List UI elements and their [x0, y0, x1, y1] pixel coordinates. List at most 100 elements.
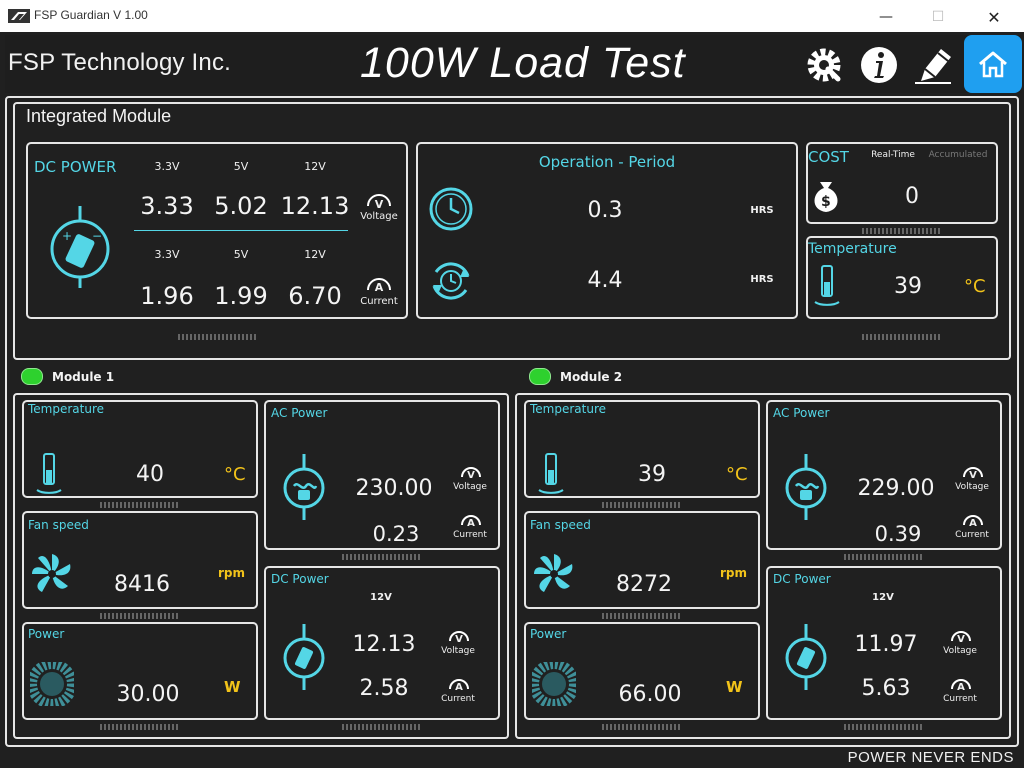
- module-1-temperature-unit: °C: [224, 464, 246, 485]
- current-unit: A: [374, 281, 384, 294]
- module-1-temperature-label: Temperature: [28, 402, 105, 416]
- rail-label-12v: 12V: [304, 160, 326, 173]
- module-2-ac-power-label: AC Power: [773, 406, 830, 420]
- dc-divider: [134, 230, 348, 231]
- module-1-temperature-value: 40: [136, 462, 164, 487]
- module-2-dc-rail-label: 12V: [872, 592, 894, 603]
- module-2-ac-voltage-unit: V: [969, 470, 977, 481]
- thermometer-icon: [538, 453, 564, 494]
- module-2-status-led: [529, 368, 551, 385]
- integrated-temperature-label: Temperature: [808, 241, 897, 257]
- fan-icon: [32, 554, 71, 592]
- close-button[interactable]: ✕: [971, 4, 1017, 30]
- cost-value: 0: [905, 184, 919, 209]
- current-12v-value: 6.70: [288, 282, 342, 310]
- module-1-fan-value: 8416: [114, 572, 170, 597]
- module-1-ac-voltage-value: 230.00: [355, 476, 433, 501]
- dc-plug-icon: [785, 624, 827, 690]
- module-2-dc-voltage-caption: Voltage: [943, 646, 977, 656]
- info-icon[interactable]: [857, 45, 901, 85]
- module-1-fan-unit: rpm: [218, 566, 246, 580]
- header-bar: FSP Technology Inc. 100W Load Test: [5, 35, 1022, 93]
- module-2-temperature-label: Temperature: [530, 402, 607, 416]
- current-33v-value: 1.96: [140, 282, 194, 310]
- module-1-dc-rail-label: 12V: [370, 592, 392, 603]
- dc-power-label: DC POWER: [34, 158, 117, 176]
- dc-plug-icon: + −: [50, 206, 110, 288]
- home-button[interactable]: [964, 35, 1022, 93]
- title-bar: FSP Guardian V 1.00 — ☐ ✕: [0, 0, 1024, 32]
- voltage-5v-value: 5.02: [214, 192, 268, 220]
- module-2-temperature-value: 39: [638, 462, 666, 487]
- minimize-button[interactable]: —: [863, 4, 909, 30]
- operation-period-label: Operation - Period: [538, 153, 676, 171]
- module-2-fan-unit: rpm: [720, 566, 748, 580]
- cost-accumulated-tab[interactable]: Accumulated: [922, 150, 994, 160]
- module-1-fan-indicator: [100, 613, 180, 619]
- ac-plug-icon: [785, 454, 827, 520]
- module-2-power-indicator: [602, 724, 682, 730]
- module-2-dc-voltage-value: 11.97: [854, 632, 918, 657]
- operation-period-value: 0.3: [587, 198, 623, 223]
- clock-icon: [429, 187, 473, 231]
- ac-plug-icon: [283, 454, 325, 520]
- module-2-fan-label: Fan speed: [530, 518, 591, 532]
- voltage-unit: V: [374, 198, 384, 211]
- app-logo-icon: [8, 9, 30, 23]
- thermometer-icon: [36, 453, 62, 494]
- cost-label: COST: [808, 148, 849, 166]
- home-icon: [979, 51, 1007, 78]
- module-2-dc-current-value: 5.63: [861, 676, 911, 701]
- module-1-dc-current-unit: A: [455, 682, 463, 693]
- cost-realtime-tab[interactable]: Real-Time: [864, 150, 922, 160]
- test-title: 100W Load Test: [360, 39, 686, 87]
- module-2-ac-current-caption: Current: [955, 530, 989, 540]
- module-1-ac-power-label: AC Power: [271, 406, 328, 420]
- current-5v-value: 1.99: [214, 282, 268, 310]
- module-1-power-label: Power: [28, 627, 65, 641]
- module-1-status-led: [21, 368, 43, 385]
- rail-label-33v: 3.3V: [154, 160, 180, 173]
- temperature-indicator: [862, 334, 942, 340]
- power-gauge-icon: [532, 662, 576, 706]
- dc-power-indicator: [178, 334, 258, 340]
- module-2-temperature-indicator: [602, 502, 682, 508]
- current-rail-label-5v: 5V: [233, 248, 249, 261]
- integrated-temperature-value: 39: [894, 274, 922, 299]
- voltage-caption: Voltage: [360, 211, 398, 222]
- module-1-dc-power-label: DC Power: [271, 572, 329, 586]
- module-1-dc-voltage-value: 12.13: [352, 632, 416, 657]
- module-2-dc-power-label: DC Power: [773, 572, 831, 586]
- module-2-temperature-unit: °C: [726, 464, 748, 485]
- integrated-temperature-unit: °C: [964, 276, 986, 297]
- app-window: FSP Guardian V 1.00 — ☐ ✕ FSP Technology…: [0, 0, 1024, 768]
- dc-plug-icon: [283, 624, 325, 690]
- operation-total-unit: HRS: [750, 274, 774, 285]
- current-rail-label-12v: 12V: [304, 248, 326, 261]
- module-2-ac-voltage-caption: Voltage: [955, 482, 989, 492]
- edit-icon[interactable]: [911, 45, 955, 85]
- company-name: FSP Technology Inc.: [8, 49, 232, 76]
- voltage-33v-value: 3.33: [140, 192, 194, 220]
- module-2-fan-indicator: [602, 613, 682, 619]
- module-1-ac-indicator: [342, 554, 422, 560]
- module-1-fan-label: Fan speed: [28, 518, 89, 532]
- module-1-ac-voltage-unit: V: [467, 470, 475, 481]
- power-gauge-icon: [30, 662, 74, 706]
- cycle-clock-icon: [432, 262, 470, 300]
- module-2-ac-current-value: 0.39: [874, 522, 922, 546]
- current-rail-label-33v: 3.3V: [154, 248, 180, 261]
- maximize-button[interactable]: ☐: [915, 4, 961, 30]
- current-caption: Current: [360, 296, 398, 307]
- module-1-power-indicator: [100, 724, 180, 730]
- module-1-ac-voltage-caption: Voltage: [453, 482, 487, 492]
- settings-icon[interactable]: [802, 45, 846, 85]
- module-1-temperature-indicator: [100, 502, 180, 508]
- module-2-dc-voltage-unit: V: [957, 634, 965, 645]
- footer-slogan: POWER NEVER ENDS: [847, 749, 1014, 766]
- window-title: FSP Guardian V 1.00: [34, 8, 148, 22]
- module-2-dc-indicator: [844, 724, 924, 730]
- fan-icon: [534, 554, 573, 592]
- rail-label-5v: 5V: [233, 160, 249, 173]
- svg-text:$: $: [821, 194, 831, 210]
